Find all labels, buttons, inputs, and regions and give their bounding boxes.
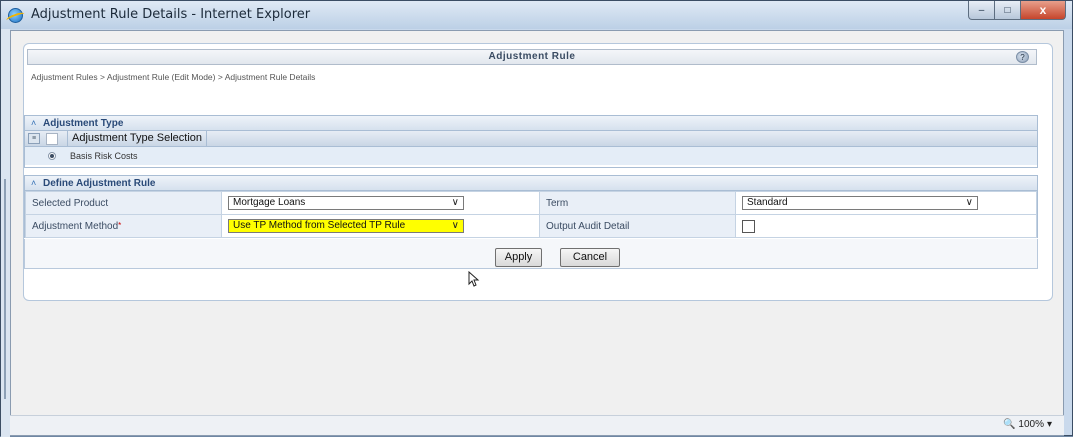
- rule-form-table: Selected Product Mortgage Loans ∨ Term S…: [25, 191, 1037, 238]
- chevron-down-icon: ∨: [451, 197, 459, 208]
- define-rule-header[interactable]: ˄ Define Adjustment Rule: [25, 176, 1037, 191]
- select-all-checkbox[interactable]: [46, 133, 58, 145]
- adjustment-method-value: Use TP Method from Selected TP Rule: [233, 220, 406, 231]
- grid-header: ≡ Adjustment Type Selection: [25, 131, 1037, 147]
- apply-button[interactable]: Apply: [495, 248, 542, 267]
- title-bar[interactable]: Adjustment Rule Details - Internet Explo…: [1, 1, 1072, 29]
- zoom-level: 100%: [1018, 419, 1044, 430]
- minimize-button[interactable]: –: [968, 1, 995, 20]
- page-header: Adjustment Rule ?: [27, 49, 1037, 65]
- chevron-down-icon: ∨: [965, 197, 973, 208]
- collapse-icon[interactable]: ˄: [31, 118, 43, 128]
- adjustment-method-label: Adjustment Method: [32, 220, 119, 232]
- term-label: Term: [539, 191, 736, 215]
- term-select[interactable]: Standard ∨: [742, 196, 978, 210]
- required-marker: *: [118, 220, 122, 230]
- adjustment-method-label-cell: Adjustment Method*: [25, 214, 222, 238]
- selected-product-label: Selected Product: [25, 191, 222, 215]
- collapse-icon[interactable]: ˄: [31, 178, 43, 188]
- chevron-down-icon[interactable]: ▾: [1047, 419, 1052, 430]
- row-label: Basis Risk Costs: [70, 151, 138, 161]
- term-value: Standard: [747, 197, 788, 208]
- section-title: Adjustment Type: [43, 117, 124, 129]
- mouse-cursor-icon: [468, 271, 480, 287]
- page-title: Adjustment Rule: [488, 51, 576, 62]
- adjustment-method-select[interactable]: Use TP Method from Selected TP Rule ∨: [228, 219, 464, 233]
- adjustment-type-header[interactable]: ˄ Adjustment Type: [25, 116, 1037, 131]
- zoom-control[interactable]: 🔍 100% ▾: [1003, 419, 1052, 430]
- table-row[interactable]: Basis Risk Costs: [25, 147, 1037, 165]
- status-bar: 🔍 100% ▾: [10, 415, 1064, 435]
- grid-menu-icon[interactable]: ≡: [28, 133, 40, 144]
- window-title: Adjustment Rule Details - Internet Explo…: [31, 7, 311, 22]
- help-icon[interactable]: ?: [1016, 51, 1029, 63]
- radio-button-selected[interactable]: [48, 152, 56, 160]
- output-audit-checkbox[interactable]: [742, 219, 755, 233]
- define-adjustment-rule-section: ˄ Define Adjustment Rule Selected Produc…: [24, 175, 1038, 238]
- selected-product-value: Mortgage Loans: [233, 197, 306, 208]
- internet-explorer-icon: [8, 8, 23, 23]
- chevron-down-icon: ∨: [451, 220, 459, 231]
- close-button[interactable]: x: [1021, 1, 1066, 20]
- section-title: Define Adjustment Rule: [43, 177, 156, 189]
- page-client-area: Adjustment Rule ? Adjustment Rules > Adj…: [10, 30, 1064, 436]
- adjustment-type-section: ˄ Adjustment Type ≡ Adjustment Type Sele…: [24, 115, 1038, 168]
- selected-product-select[interactable]: Mortgage Loans ∨: [228, 196, 464, 210]
- zoom-icon: 🔍: [1002, 419, 1016, 430]
- cancel-button[interactable]: Cancel: [560, 248, 620, 267]
- button-bar: Apply Cancel: [24, 239, 1038, 269]
- maximize-button[interactable]: □: [995, 1, 1021, 20]
- browser-window: Adjustment Rule Details - Internet Explo…: [0, 0, 1073, 437]
- window-controls: – □ x: [968, 1, 1066, 21]
- output-audit-label: Output Audit Detail: [539, 214, 736, 238]
- column-header-adjustment-type[interactable]: Adjustment Type Selection: [67, 131, 208, 147]
- window-left-edge: [1, 29, 10, 437]
- breadcrumb: Adjustment Rules > Adjustment Rule (Edit…: [31, 72, 316, 82]
